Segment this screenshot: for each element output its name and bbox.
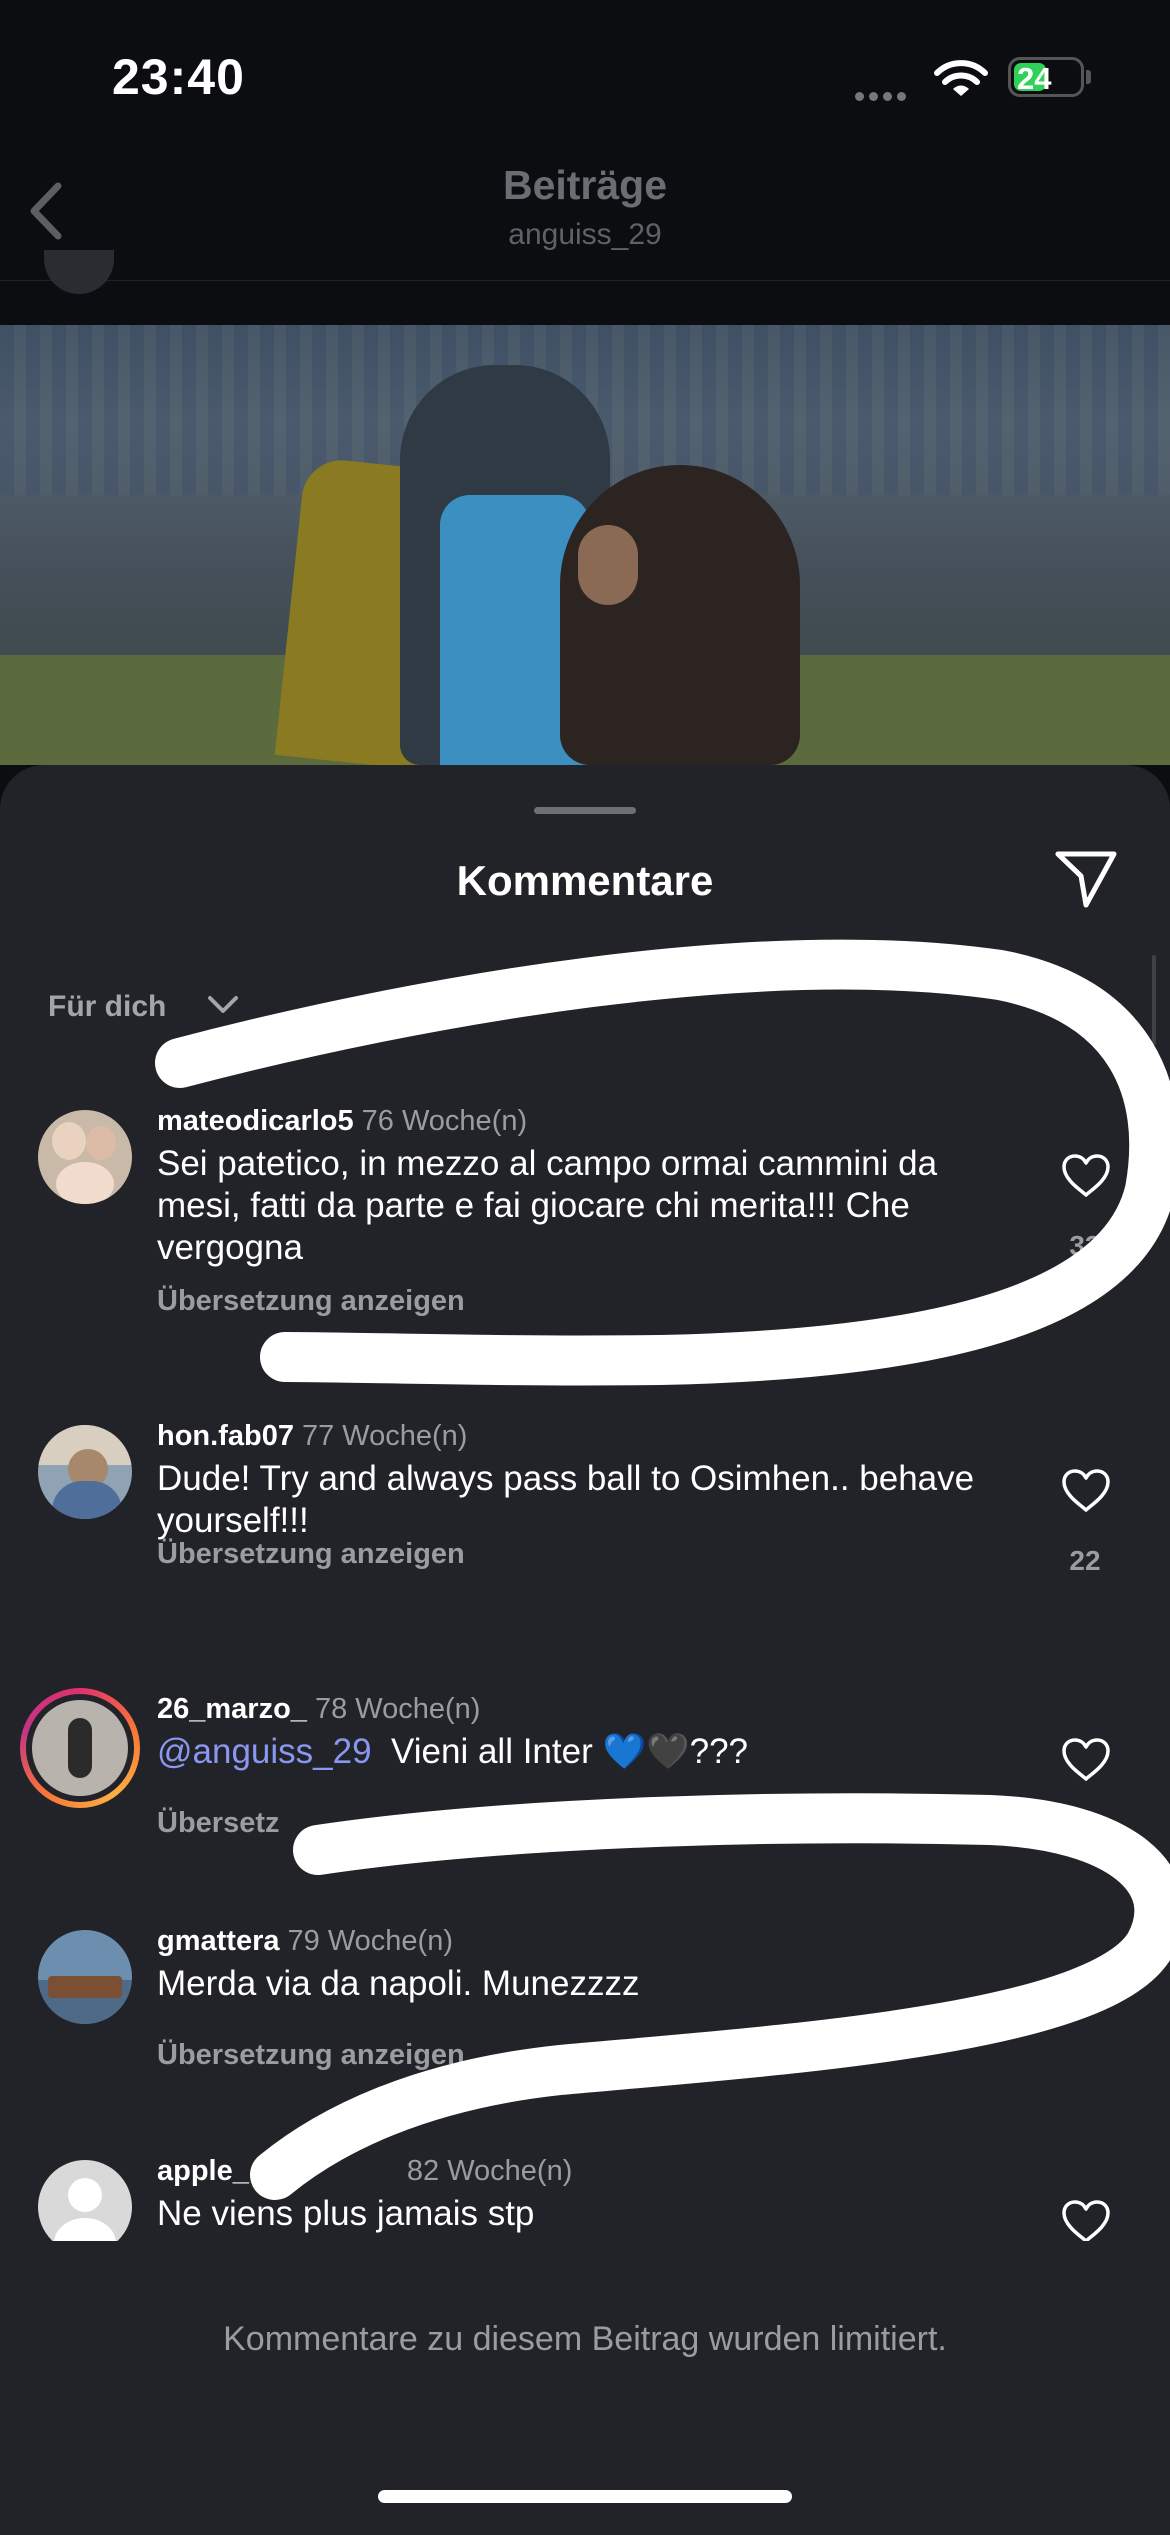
- comment-text: Merda via da napoli. Munezzzz: [157, 1964, 640, 2003]
- comment-username-row: 26_marzo_ 78 Woche(n): [157, 1693, 480, 1726]
- comment-timestamp: 79 Woche(n): [287, 1925, 454, 1957]
- like-count: 33: [1069, 1230, 1101, 1261]
- comments-sheet: Kommentare Für dich mateodicarlo5 76 Woch…: [0, 765, 1170, 2535]
- like-button[interactable]: [1060, 2199, 1112, 2241]
- scrollbar[interactable]: [1152, 955, 1156, 1045]
- paper-plane-icon: [1055, 851, 1117, 908]
- heart-icon: [1062, 1154, 1110, 1197]
- comment-text: Dude! Try and always pass ball to Osimhe…: [157, 1459, 975, 1540]
- drag-handle[interactable]: [534, 807, 636, 814]
- comment-username-row: hon.fab07 77 Woche(n): [157, 1420, 467, 1453]
- comment-text: Vieni all Inter 💙🖤???: [391, 1732, 749, 1771]
- comment-timestamp: 77 Woche(n): [301, 1420, 468, 1452]
- comment-username[interactable]: hon.fab07: [157, 1420, 294, 1452]
- comment-item: hon.fab07 77 Woche(n) Dude! Try and alway…: [0, 1420, 1170, 1600]
- comment-username[interactable]: 26_marzo_: [157, 1693, 307, 1725]
- avatar[interactable]: [38, 1930, 132, 2024]
- avatar[interactable]: [38, 1425, 132, 1519]
- post-author-avatar[interactable]: [44, 250, 114, 294]
- mention-link[interactable]: @anguiss_29: [157, 1732, 372, 1771]
- avatar[interactable]: [20, 1688, 140, 1808]
- heart-icon: [1062, 1970, 1110, 2013]
- post-photo[interactable]: [0, 325, 1170, 765]
- translate-link[interactable]: Übersetzung anzeigen: [157, 2039, 465, 2072]
- comment-item: 26_marzo_ 78 Woche(n) @anguiss_29 Vieni a…: [0, 1688, 1170, 1843]
- sheet-title: Kommentare: [456, 857, 714, 904]
- comments-limited-notice: Kommentare zu diesem Beitrag wurden limi…: [223, 2320, 947, 2358]
- comment-username-row: mateodicarlo5 76 Woche(n): [157, 1105, 527, 1138]
- comment-item: gmattera 79 Woche(n) Merda via da napoli.…: [0, 1925, 1170, 2075]
- like-count: 19: [1069, 1809, 1101, 1840]
- avatar[interactable]: [38, 2160, 132, 2241]
- comment-item: apple_ 82 Woche(n) Ne viens plus jamais s…: [0, 2155, 1170, 2241]
- comment-username[interactable]: gmattera: [157, 1925, 280, 1957]
- translate-link[interactable]: Übersetz: [157, 1807, 280, 1840]
- nav-header: Beiträge anguiss_29: [0, 150, 1170, 281]
- heart-icon: [1062, 2200, 1110, 2241]
- like-button[interactable]: [1060, 1468, 1112, 1519]
- like-button[interactable]: [1060, 1969, 1112, 2020]
- comment-username[interactable]: apple_: [157, 2155, 249, 2187]
- wifi-icon: [933, 58, 989, 105]
- battery-level: 24: [1017, 61, 1052, 96]
- avatar[interactable]: [38, 1110, 132, 1204]
- chevron-down-icon[interactable]: [206, 992, 240, 1023]
- share-button[interactable]: [1053, 849, 1119, 914]
- comment-username-row: apple_ 82 Woche(n): [157, 2155, 572, 2188]
- heart-icon: [1062, 1738, 1110, 1781]
- comment-username[interactable]: mateodicarlo5: [157, 1105, 354, 1137]
- comment-text: Ne viens plus jamais stp: [157, 2194, 535, 2233]
- clock: 23:40: [112, 49, 245, 105]
- battery-icon: 24: [1008, 57, 1084, 97]
- like-count: 22: [1069, 1545, 1101, 1576]
- home-indicator[interactable]: [378, 2490, 792, 2503]
- comment-username-row: gmattera 79 Woche(n): [157, 1925, 453, 1958]
- status-bar: 23:40 24: [0, 0, 1170, 160]
- translate-link[interactable]: Übersetzung anzeigen: [157, 1538, 465, 1571]
- cellular-signal-icon: [855, 88, 911, 106]
- heart-icon: [1062, 1469, 1110, 1512]
- battery-tip: [1086, 70, 1091, 84]
- page-title: Beiträge: [502, 162, 668, 208]
- page-subtitle: anguiss_29: [508, 218, 662, 251]
- comment-timestamp: 78 Woche(n): [314, 1693, 481, 1725]
- comment-timestamp: 76 Woche(n): [361, 1105, 528, 1137]
- comment-timestamp: 82 Woche(n): [406, 2155, 573, 2187]
- like-button[interactable]: [1060, 1737, 1112, 1788]
- comment-text: Sei patetico, in mezzo al campo ormai ca…: [157, 1144, 938, 1267]
- comment-item: mateodicarlo5 76 Woche(n) Sei patetico, i…: [0, 1105, 1170, 1365]
- comment-filter-dropdown[interactable]: Für dich: [48, 990, 166, 1024]
- translate-link[interactable]: Übersetzung anzeigen: [157, 1285, 465, 1318]
- comment-text-row: @anguiss_29 Vieni all Inter 💙🖤???: [157, 1731, 1017, 1773]
- like-button[interactable]: [1060, 1153, 1112, 1204]
